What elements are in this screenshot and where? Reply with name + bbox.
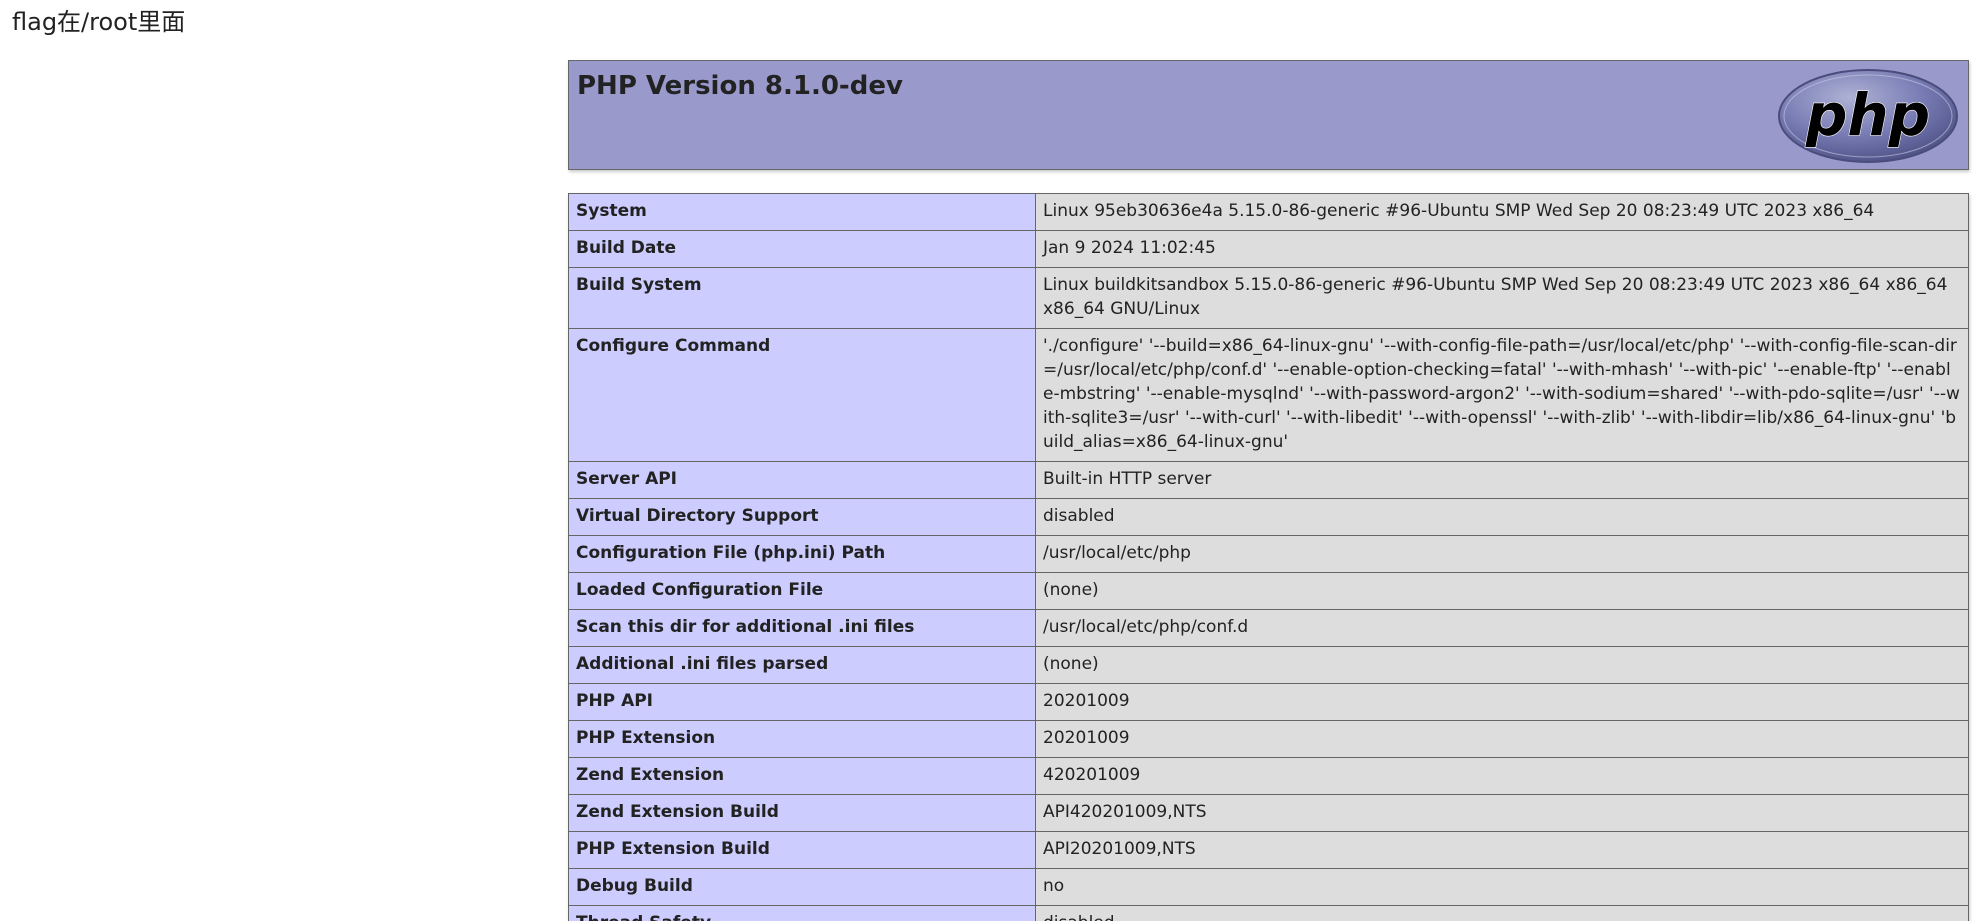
row-label: PHP Extension Build — [568, 831, 1036, 869]
table-row: Thread Safetydisabled — [568, 905, 1969, 921]
row-value: Linux buildkitsandbox 5.15.0-86-generic … — [1035, 267, 1969, 329]
table-row: Build Date Jan 9 2024 11:02:45 — [568, 230, 1969, 268]
row-label: Additional .ini files parsed — [568, 646, 1036, 684]
table-row: Debug Build no — [568, 868, 1969, 906]
row-value: 20201009 — [1035, 683, 1969, 721]
row-value: './configure' '--build=x86_64-linux-gnu'… — [1035, 328, 1969, 462]
row-value: (none) — [1035, 572, 1969, 610]
row-value: no — [1035, 868, 1969, 906]
row-value: Jan 9 2024 11:02:45 — [1035, 230, 1969, 268]
table-row: PHP Extension Build API20201009,NTS — [568, 831, 1969, 869]
row-label: PHP Extension — [568, 720, 1036, 758]
row-label: Virtual Directory Support — [568, 498, 1036, 536]
row-value: API20201009,NTS — [1035, 831, 1969, 869]
php-info-table: System Linux 95eb30636e4a 5.15.0-86-gener… — [568, 193, 1969, 921]
table-row: Zend Extension Build API420201009,NTS — [568, 794, 1969, 832]
table-row: System Linux 95eb30636e4a 5.15.0-86-gener… — [568, 193, 1969, 231]
row-label: Build System — [568, 267, 1036, 329]
table-row: Additional .ini files parsed (none) — [568, 646, 1969, 684]
row-label: Build Date — [568, 230, 1036, 268]
php-version-header: PHP Version 8.1.0-dev php — [568, 60, 1969, 170]
row-label: PHP API — [568, 683, 1036, 721]
row-value: /usr/local/etc/php — [1035, 535, 1969, 573]
table-row: Configuration File (php.ini) Path/usr/lo… — [568, 535, 1969, 573]
row-value: (none) — [1035, 646, 1969, 684]
row-label: Zend Extension Build — [568, 794, 1036, 832]
row-label: Scan this dir for additional .ini files — [568, 609, 1036, 647]
php-logo-icon[interactable]: php — [1776, 67, 1960, 165]
table-row: PHP Extension 20201009 — [568, 720, 1969, 758]
flag-hint-text: flag在/root里面 — [12, 8, 186, 36]
table-row: Virtual Directory Support disabled — [568, 498, 1969, 536]
row-label: System — [568, 193, 1036, 231]
table-row: Server API Built-in HTTP server — [568, 461, 1969, 499]
row-value: Linux 95eb30636e4a 5.15.0-86-generic #96… — [1035, 193, 1969, 231]
table-row: Build System Linux buildkitsandbox 5.15.0… — [568, 267, 1969, 329]
phpinfo-container: PHP Version 8.1.0-dev php System Linux 95… — [568, 60, 1969, 921]
table-row: Loaded Configuration File (none) — [568, 572, 1969, 610]
row-value: Built-in HTTP server — [1035, 461, 1969, 499]
page-title: PHP Version 8.1.0-dev — [577, 71, 903, 101]
row-label: Server API — [568, 461, 1036, 499]
row-label: Configuration File (php.ini) Path — [568, 535, 1036, 573]
php-logo-text: php — [1805, 81, 1930, 149]
row-value: disabled — [1035, 905, 1969, 921]
row-value: 20201009 — [1035, 720, 1969, 758]
row-value: disabled — [1035, 498, 1969, 536]
row-label: Zend Extension — [568, 757, 1036, 795]
row-value: 420201009 — [1035, 757, 1969, 795]
table-row: Scan this dir for additional .ini files /… — [568, 609, 1969, 647]
row-label: Debug Build — [568, 868, 1036, 906]
row-value: /usr/local/etc/php/conf.d — [1035, 609, 1969, 647]
table-row: Configure Command './configure' '--build=… — [568, 328, 1969, 462]
table-row: Zend Extension 420201009 — [568, 757, 1969, 795]
row-label: Loaded Configuration File — [568, 572, 1036, 610]
row-label: Configure Command — [568, 328, 1036, 462]
row-label: Thread Safety — [568, 905, 1036, 921]
table-row: PHP API 20201009 — [568, 683, 1969, 721]
row-value: API420201009,NTS — [1035, 794, 1969, 832]
